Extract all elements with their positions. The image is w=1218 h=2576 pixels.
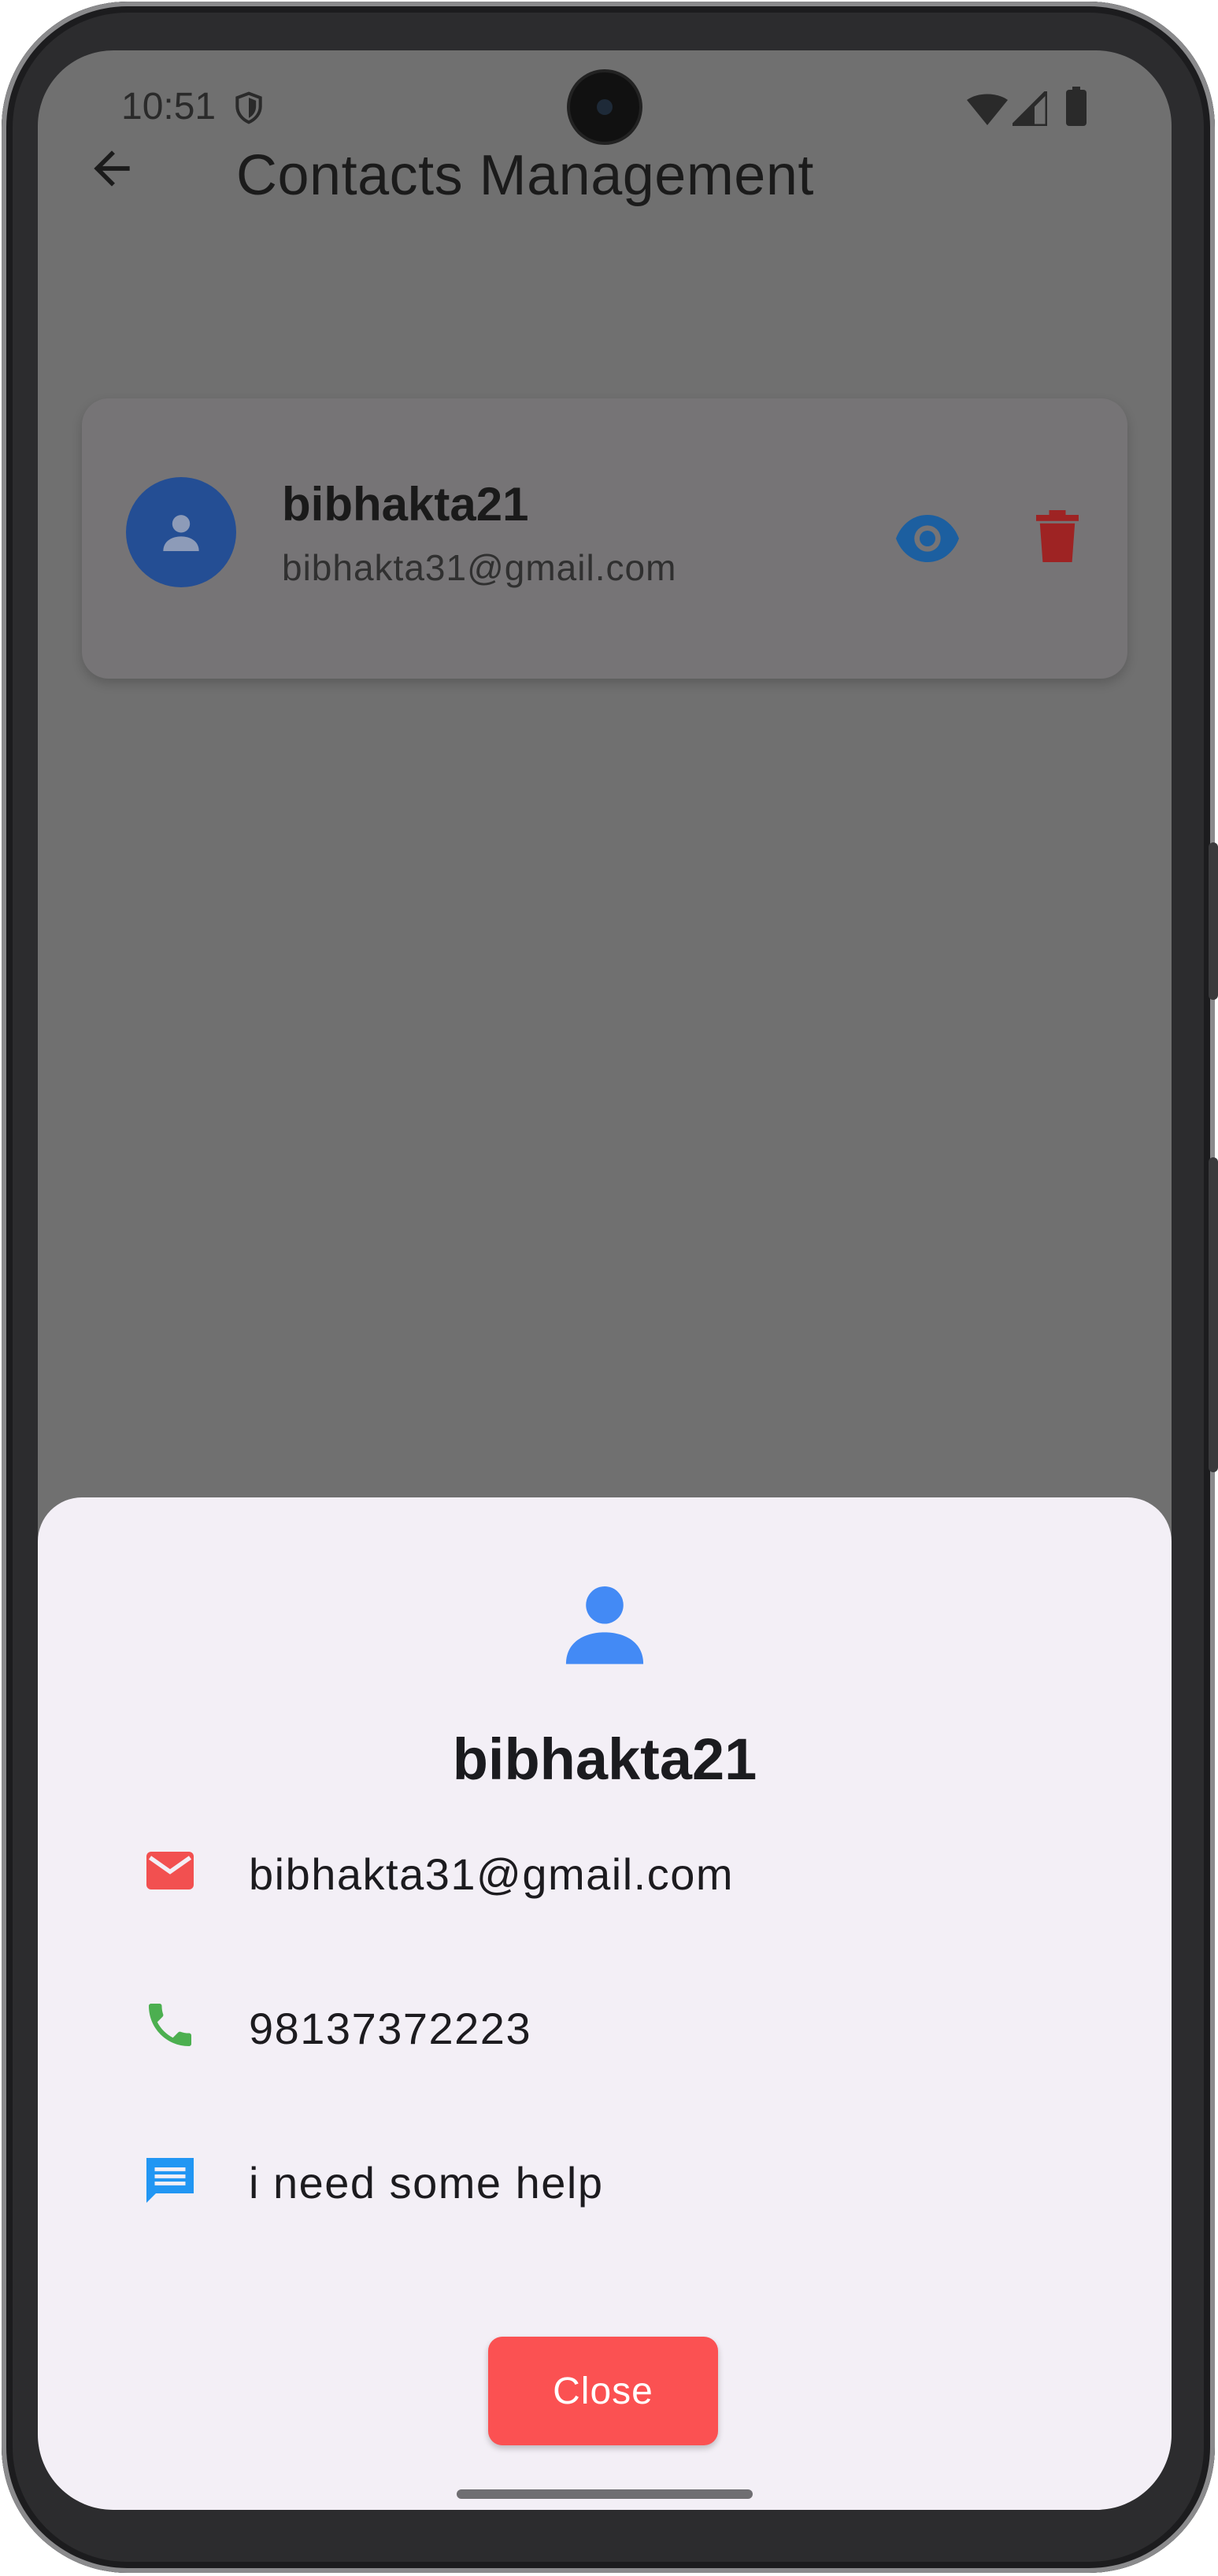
front-camera (570, 72, 639, 142)
detail-phone: 98137372223 (249, 2004, 532, 2053)
shield-icon (235, 91, 262, 124)
contact-detail-sheet: bibhakta21 bibhakta31@gmail.com 98137372… (38, 1497, 1172, 2510)
gesture-bar[interactable] (457, 2489, 753, 2499)
wifi-icon (967, 94, 1008, 125)
back-arrow-icon[interactable] (85, 142, 139, 195)
phone-row: 98137372223 (38, 1973, 1172, 2067)
contact-email: bibhakta31@gmail.com (282, 547, 677, 588)
page-title: Contacts Management (236, 144, 814, 207)
detail-email: bibhakta31@gmail.com (249, 1849, 735, 1899)
person-icon (163, 515, 199, 551)
phone-icon (149, 2004, 191, 2046)
avatar (126, 477, 236, 587)
sheet-contact-name: bibhakta21 (452, 1727, 757, 1792)
eye-icon[interactable] (896, 515, 959, 562)
close-button[interactable]: Close (488, 2337, 718, 2445)
detail-message: i need some help (249, 2158, 604, 2208)
message-row: i need some help (38, 2127, 1172, 2222)
person-icon (565, 1586, 644, 1664)
contact-card[interactable]: bibhakta21 bibhakta31@gmail.com (82, 398, 1127, 679)
battery-icon (1066, 87, 1087, 126)
screen: 10:51 Contacts Management bibhakta21 bib… (38, 50, 1172, 2510)
status-time: 10:51 (121, 86, 217, 128)
trash-icon[interactable] (1036, 510, 1079, 562)
signal-icon (1013, 91, 1047, 126)
side-button (1209, 1157, 1218, 1472)
email-row: bibhakta31@gmail.com (38, 1819, 1172, 1913)
email-icon (146, 1852, 194, 1889)
side-button (1209, 842, 1218, 1000)
message-icon (146, 2158, 194, 2203)
contact-name: bibhakta21 (282, 478, 529, 531)
